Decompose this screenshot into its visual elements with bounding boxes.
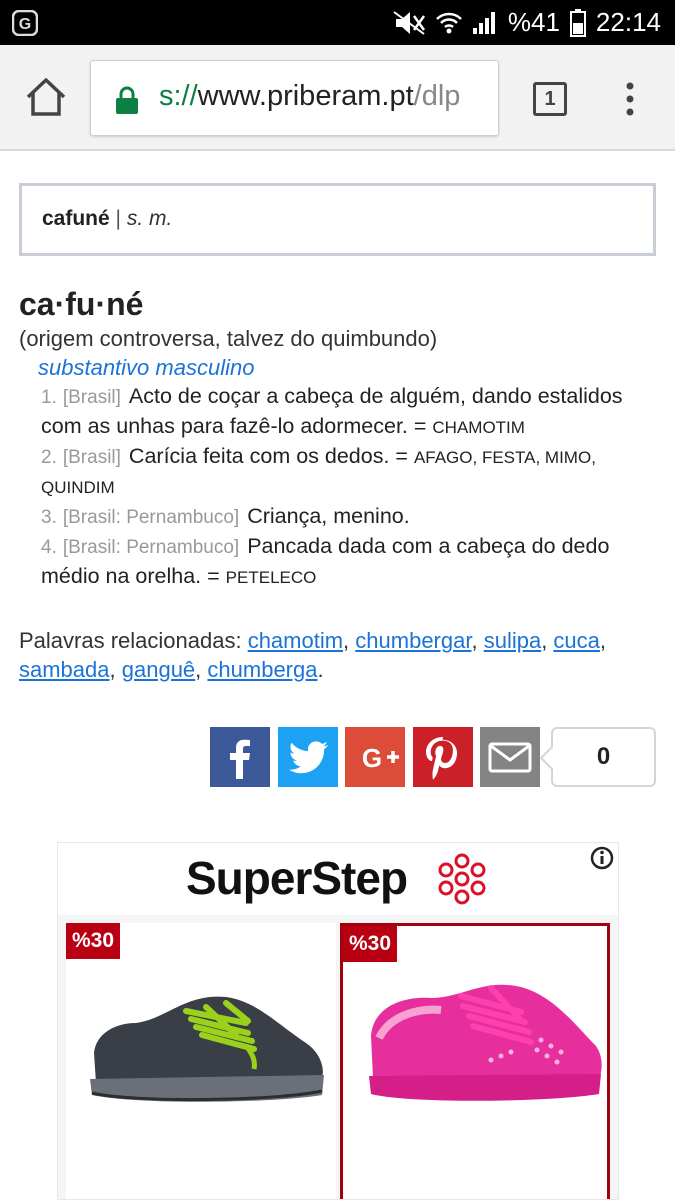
sense-number: 3. <box>41 507 57 528</box>
pink-sneaker-image <box>369 984 602 1101</box>
url-path: /dlp <box>413 80 461 112</box>
dark-sneaker-image <box>90 996 324 1102</box>
pinterest-icon <box>413 727 473 787</box>
related-link[interactable]: sulipa <box>484 628 541 653</box>
related-link[interactable]: chumberga <box>207 657 317 682</box>
battery-icon <box>569 8 586 37</box>
search-grammar: s. m. <box>126 207 173 230</box>
sense-text: Acto de coçar a cabeça de alguém, dando … <box>41 384 623 438</box>
sense-number: 1. <box>41 387 57 408</box>
related-link[interactable]: chumbergar <box>355 628 471 653</box>
browser-toolbar: s://www.priberam.pt/dlp 1 <box>0 45 675 151</box>
ad-brand-logo-text: SuperStep <box>186 852 408 904</box>
overflow-menu-icon[interactable] <box>622 81 638 117</box>
mute-icon <box>393 10 425 35</box>
headword: ca·fu·né <box>19 286 144 322</box>
related-link[interactable]: chamotim <box>248 628 343 653</box>
twitter-icon <box>278 727 338 787</box>
pinterest-share-button[interactable] <box>413 727 473 787</box>
wifi-icon <box>435 12 462 33</box>
clock: 22:14 <box>595 7 661 37</box>
sense-item: 4. [Brasil: Pernambuco] Pancada dada com … <box>41 532 641 592</box>
sense-text: Carícia feita com os dedos. = <box>128 444 414 468</box>
url-text[interactable]: s://www.priberam.pt/dlp <box>159 80 460 113</box>
sense-text: Criança, menino. <box>247 504 410 528</box>
svg-text:G: G <box>19 16 31 33</box>
search-word: cafuné <box>42 207 110 230</box>
senses-list: 1. [Brasil] Acto de coçar a cabeça de alg… <box>41 382 641 592</box>
part-of-speech: substantivo masculino <box>38 355 255 380</box>
sense-synonyms: CHAMOTIM <box>432 418 525 437</box>
advertisement[interactable]: SuperStep %30 %30 <box>57 842 619 1200</box>
url-host: www.priberam.pt <box>197 80 414 112</box>
sense-region: [Brasil: Pernambuco] <box>62 507 240 528</box>
url-scheme: s:// <box>159 80 198 112</box>
facebook-icon <box>210 727 270 787</box>
app-notification-icon: G <box>12 10 38 36</box>
sense-region: [Brasil] <box>62 387 121 408</box>
sense-item: 2. [Brasil] Carícia feita com os dedos. =… <box>41 442 641 502</box>
address-bar[interactable]: s://www.priberam.pt/dlp <box>90 60 499 136</box>
sense-number: 2. <box>41 447 57 468</box>
sense-item: 1. [Brasil] Acto de coçar a cabeça de alg… <box>41 382 641 442</box>
sense-number: 4. <box>41 537 57 558</box>
tab-switcher-button[interactable]: 1 <box>533 82 567 116</box>
ad-product-card[interactable]: %30 <box>340 923 610 1199</box>
google-plus-share-button[interactable]: G <box>345 727 405 787</box>
etymology: (origem controversa, talvez do quimbundo… <box>19 326 438 351</box>
search-separator: | <box>109 207 127 230</box>
related-link[interactable]: cuca <box>553 628 599 653</box>
superstep-logo-icon <box>438 853 486 905</box>
ad-info-icon[interactable] <box>589 845 615 871</box>
share-count: 0 <box>551 727 656 787</box>
sense-region: [Brasil: Pernambuco] <box>62 537 240 558</box>
ad-header[interactable]: SuperStep <box>58 843 618 915</box>
discount-badge: %30 <box>343 926 398 962</box>
twitter-share-button[interactable] <box>278 727 338 787</box>
sense-region: [Brasil] <box>62 447 121 468</box>
home-icon[interactable] <box>24 75 68 119</box>
discount-badge: %30 <box>66 923 121 959</box>
ad-product-card[interactable]: %30 <box>66 923 336 1199</box>
svg-text:G: G <box>362 743 382 773</box>
related-words: Palavras relacionadas: chamotim, chumber… <box>19 628 607 682</box>
status-bar: G %41 22:14 <box>0 0 675 45</box>
sense-synonyms: PETELECO <box>225 568 317 587</box>
google-plus-icon: G <box>345 727 405 787</box>
related-label: Palavras relacionadas: <box>19 628 248 653</box>
related-link[interactable]: sambada <box>19 657 110 682</box>
facebook-share-button[interactable] <box>210 727 270 787</box>
related-link[interactable]: ganguê <box>122 657 195 682</box>
email-icon <box>480 727 540 787</box>
sense-item: 3. [Brasil: Pernambuco] Criança, menino. <box>41 502 641 532</box>
search-result-box[interactable]: cafuné | s. m. <box>19 183 656 256</box>
signal-icon <box>472 11 495 34</box>
lock-icon <box>116 86 138 114</box>
battery-percent: %41 <box>507 7 560 37</box>
email-share-button[interactable] <box>480 727 540 787</box>
